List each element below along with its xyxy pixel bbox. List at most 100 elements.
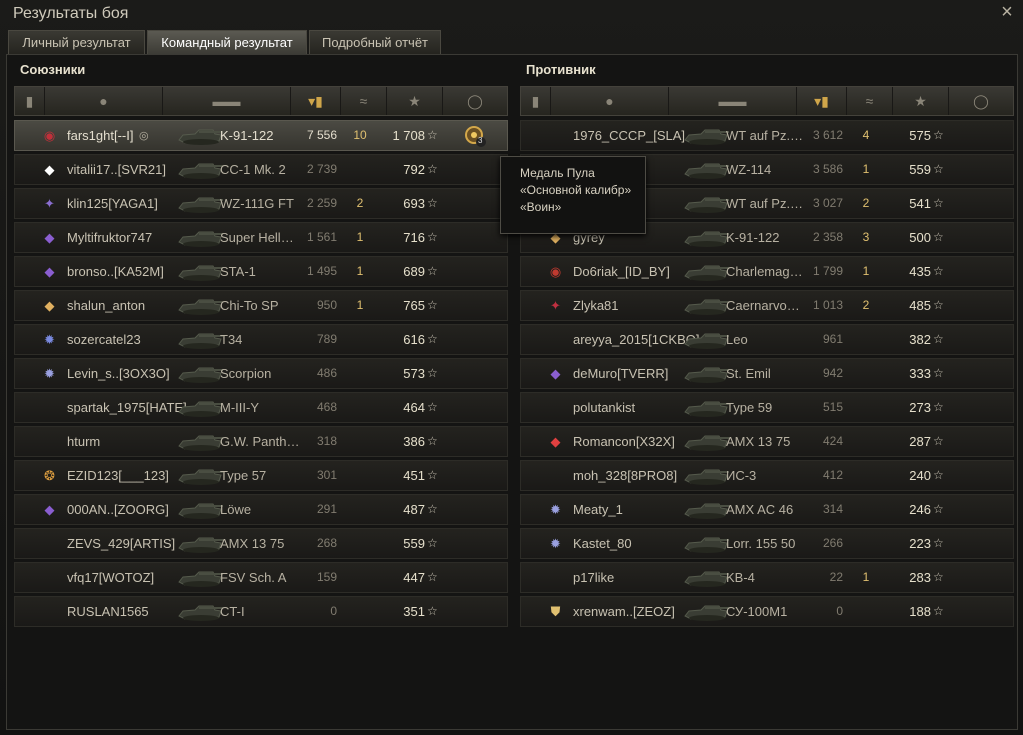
damage-value: 3 027: [812, 196, 843, 210]
xp-value: 333: [909, 366, 931, 381]
tab-personal-result[interactable]: Личный результат: [8, 30, 145, 54]
player-name[interactable]: Romancon[X32X]: [573, 427, 675, 456]
tank-name: Lorr. 155 50: [726, 536, 796, 551]
ally-row[interactable]: ✹ Levin_s..[3OX3O] Scorpion 486 573 ☆: [14, 358, 508, 389]
xp-star-icon: ☆: [933, 332, 944, 346]
close-icon[interactable]: ×: [997, 2, 1017, 22]
star-rank-icon: ✹: [44, 366, 55, 381]
tab-detailed-report[interactable]: Подробный отчёт: [309, 30, 441, 54]
player-name[interactable]: Myltifruktor747: [67, 223, 152, 252]
enemy-row[interactable]: polutankist Type 59 515 273 ☆: [520, 392, 1014, 423]
xp-star-icon: ☆: [933, 400, 944, 414]
player-name[interactable]: deMuro[TVERR]: [573, 359, 668, 388]
ally-row[interactable]: ◆ shalun_anton Chi-To SP 950 1 765 ☆: [14, 290, 508, 321]
tank-icon[interactable]: ▬▬: [163, 87, 291, 115]
enemy-row[interactable]: ✹ Meaty_1 AMX AC 46 314 246 ☆: [520, 494, 1014, 525]
enemy-row[interactable]: areyya_2015[1CKBO] Leo 961 382 ☆: [520, 324, 1014, 355]
clan-icon[interactable]: ▮: [15, 87, 45, 115]
ally-row[interactable]: ❂ EZID123[___123] Type 57 301 451 ☆: [14, 460, 508, 491]
tank-name: AMX 13 75: [726, 434, 791, 449]
player-name[interactable]: moh_328[8PRO8]: [573, 461, 677, 490]
player-name[interactable]: Do6riak_[ID_BY]: [573, 257, 670, 286]
enemy-row[interactable]: ✦ Zlyka81 Caernarvo… 1 013 2 485 ☆: [520, 290, 1014, 321]
enemy-row[interactable]: ⛊ xrenwam..[ZEOZ] СУ-100М1 0 188 ☆: [520, 596, 1014, 627]
tank-silhouette-icon: [679, 260, 731, 284]
player-name[interactable]: vitalii17..[SVR21]: [67, 155, 166, 184]
player-name[interactable]: Levin_s..[3OX3O]: [67, 359, 170, 388]
enemy-row[interactable]: p17like KB-4 22 1 283 ☆: [520, 562, 1014, 593]
player-name[interactable]: hturm: [67, 427, 100, 456]
kills-value: 1: [862, 162, 870, 176]
clan-icon[interactable]: ▮: [521, 87, 551, 115]
player-name[interactable]: Kastet_80: [573, 529, 632, 558]
enemy-row[interactable]: ◆ Romancon[X32X] AMX 13 75 424 287 ☆: [520, 426, 1014, 457]
player-name[interactable]: klin125[YAGA1]: [67, 189, 158, 218]
player-name[interactable]: spartak_1975[HATE]: [67, 393, 187, 422]
enemy-row[interactable]: 1976_CCCP_[SLA] WT auf Pz.… 3 612 4 575 ☆: [520, 120, 1014, 151]
tank-silhouette-icon: [173, 192, 225, 216]
rank-icon: ◉: [549, 264, 562, 279]
player-name[interactable]: Zlyka81: [573, 291, 619, 320]
ally-row[interactable]: hturm G.W. Panth… 318 386 ☆: [14, 426, 508, 457]
tab-team-result[interactable]: Командный результат: [147, 30, 307, 54]
player-name[interactable]: sozercatel23: [67, 325, 141, 354]
tooltip-line-2: «Основной калибр»: [520, 183, 632, 197]
xp-value: 447: [403, 570, 425, 585]
damage-value: 961: [822, 332, 843, 346]
kills-icon[interactable]: ≈: [847, 87, 893, 115]
tank-name: Leo: [726, 332, 748, 347]
title-bar[interactable]: Результаты боя ×: [0, 0, 1023, 30]
ally-row[interactable]: ✦ klin125[YAGA1] WZ-111G FT 2 259 2 693 ☆: [14, 188, 508, 219]
player-name[interactable]: p17like: [573, 563, 614, 592]
ally-row[interactable]: vfq17[WOTOZ] FSV Sch. A 159 447 ☆: [14, 562, 508, 593]
damage-value: 1 495: [306, 264, 337, 278]
player-name[interactable]: shalun_anton: [67, 291, 145, 320]
kills-icon[interactable]: ≈: [341, 87, 387, 115]
tank-name: AMX 13 75: [220, 536, 285, 551]
enemy-row[interactable]: ◆ deMuro[TVERR] St. Emil 942 333 ☆: [520, 358, 1014, 389]
medal-icon[interactable]: 3: [463, 124, 487, 148]
ally-row[interactable]: spartak_1975[HATE] M-III-Y 468 464 ☆: [14, 392, 508, 423]
player-name[interactable]: EZID123[___123]: [67, 461, 169, 490]
player-name[interactable]: xrenwam..[ZEOZ]: [573, 597, 675, 626]
player-name[interactable]: RUSLAN1565: [67, 597, 149, 626]
diamond-icon: ◆: [550, 434, 561, 449]
diamond-icon: ◆: [550, 366, 561, 381]
xp-star-icon: ☆: [427, 366, 438, 380]
player-name[interactable]: polutankist: [573, 393, 635, 422]
medal-icon[interactable]: ◯: [443, 87, 507, 115]
tank-icon[interactable]: ▬▬: [669, 87, 797, 115]
player-icon[interactable]: ●: [45, 87, 163, 115]
enemy-row[interactable]: ✹ Kastet_80 Lorr. 155 50 266 223 ☆: [520, 528, 1014, 559]
damage-icon[interactable]: ▾▮: [291, 87, 341, 115]
xp-star-icon[interactable]: ★: [893, 87, 949, 115]
ally-row[interactable]: ◆ 000AN..[ZOORG] Löwe 291 487 ☆: [14, 494, 508, 525]
ally-row[interactable]: ◆ vitalii17..[SVR21] CC-1 Mk. 2 2 739 792 ☆: [14, 154, 508, 185]
medal-icon[interactable]: ◯: [949, 87, 1013, 115]
damage-icon[interactable]: ▾▮: [797, 87, 847, 115]
tank-silhouette-icon: [173, 294, 225, 318]
xp-value: 223: [909, 536, 931, 551]
player-name[interactable]: bronso..[KA52M]: [67, 257, 164, 286]
player-name[interactable]: 1976_CCCP_[SLA]: [573, 121, 685, 150]
xp-value: 382: [909, 332, 931, 347]
ally-row[interactable]: ◉ fars1ght[--I] ◎ K-91-122 7 556 10 1 708 ☆ 3: [14, 120, 508, 151]
ally-row[interactable]: ZEVS_429[ARTIS] AMX 13 75 268 559 ☆: [14, 528, 508, 559]
enemy-row[interactable]: ◉ Do6riak_[ID_BY] Charlemag… 1 799 1 435 ☆: [520, 256, 1014, 287]
player-icon[interactable]: ●: [551, 87, 669, 115]
tank-silhouette-icon: [679, 532, 731, 556]
tank-name: FSV Sch. A: [220, 570, 287, 585]
player-name[interactable]: ZEVS_429[ARTIS]: [67, 529, 175, 558]
enemy-row[interactable]: moh_328[8PRO8] ИС-3 412 240 ☆: [520, 460, 1014, 491]
kills-value: [851, 325, 881, 354]
player-name[interactable]: vfq17[WOTOZ]: [67, 563, 154, 592]
ally-row[interactable]: ◆ bronso..[KA52M] STA-1 1 495 1 689 ☆: [14, 256, 508, 287]
tooltip-line-3: «Воин»: [520, 200, 562, 214]
ally-row[interactable]: ◆ Myltifruktor747 Super Hell… 1 561 1 716 ☆: [14, 222, 508, 253]
xp-star-icon[interactable]: ★: [387, 87, 443, 115]
ally-row[interactable]: ✹ sozercatel23 T34 789 616 ☆: [14, 324, 508, 355]
player-name[interactable]: 000AN..[ZOORG]: [67, 495, 169, 524]
ally-row[interactable]: RUSLAN1565 CT-I 0 351 ☆: [14, 596, 508, 627]
player-name[interactable]: Meaty_1: [573, 495, 623, 524]
player-name[interactable]: fars1ght[--I]: [67, 121, 133, 150]
